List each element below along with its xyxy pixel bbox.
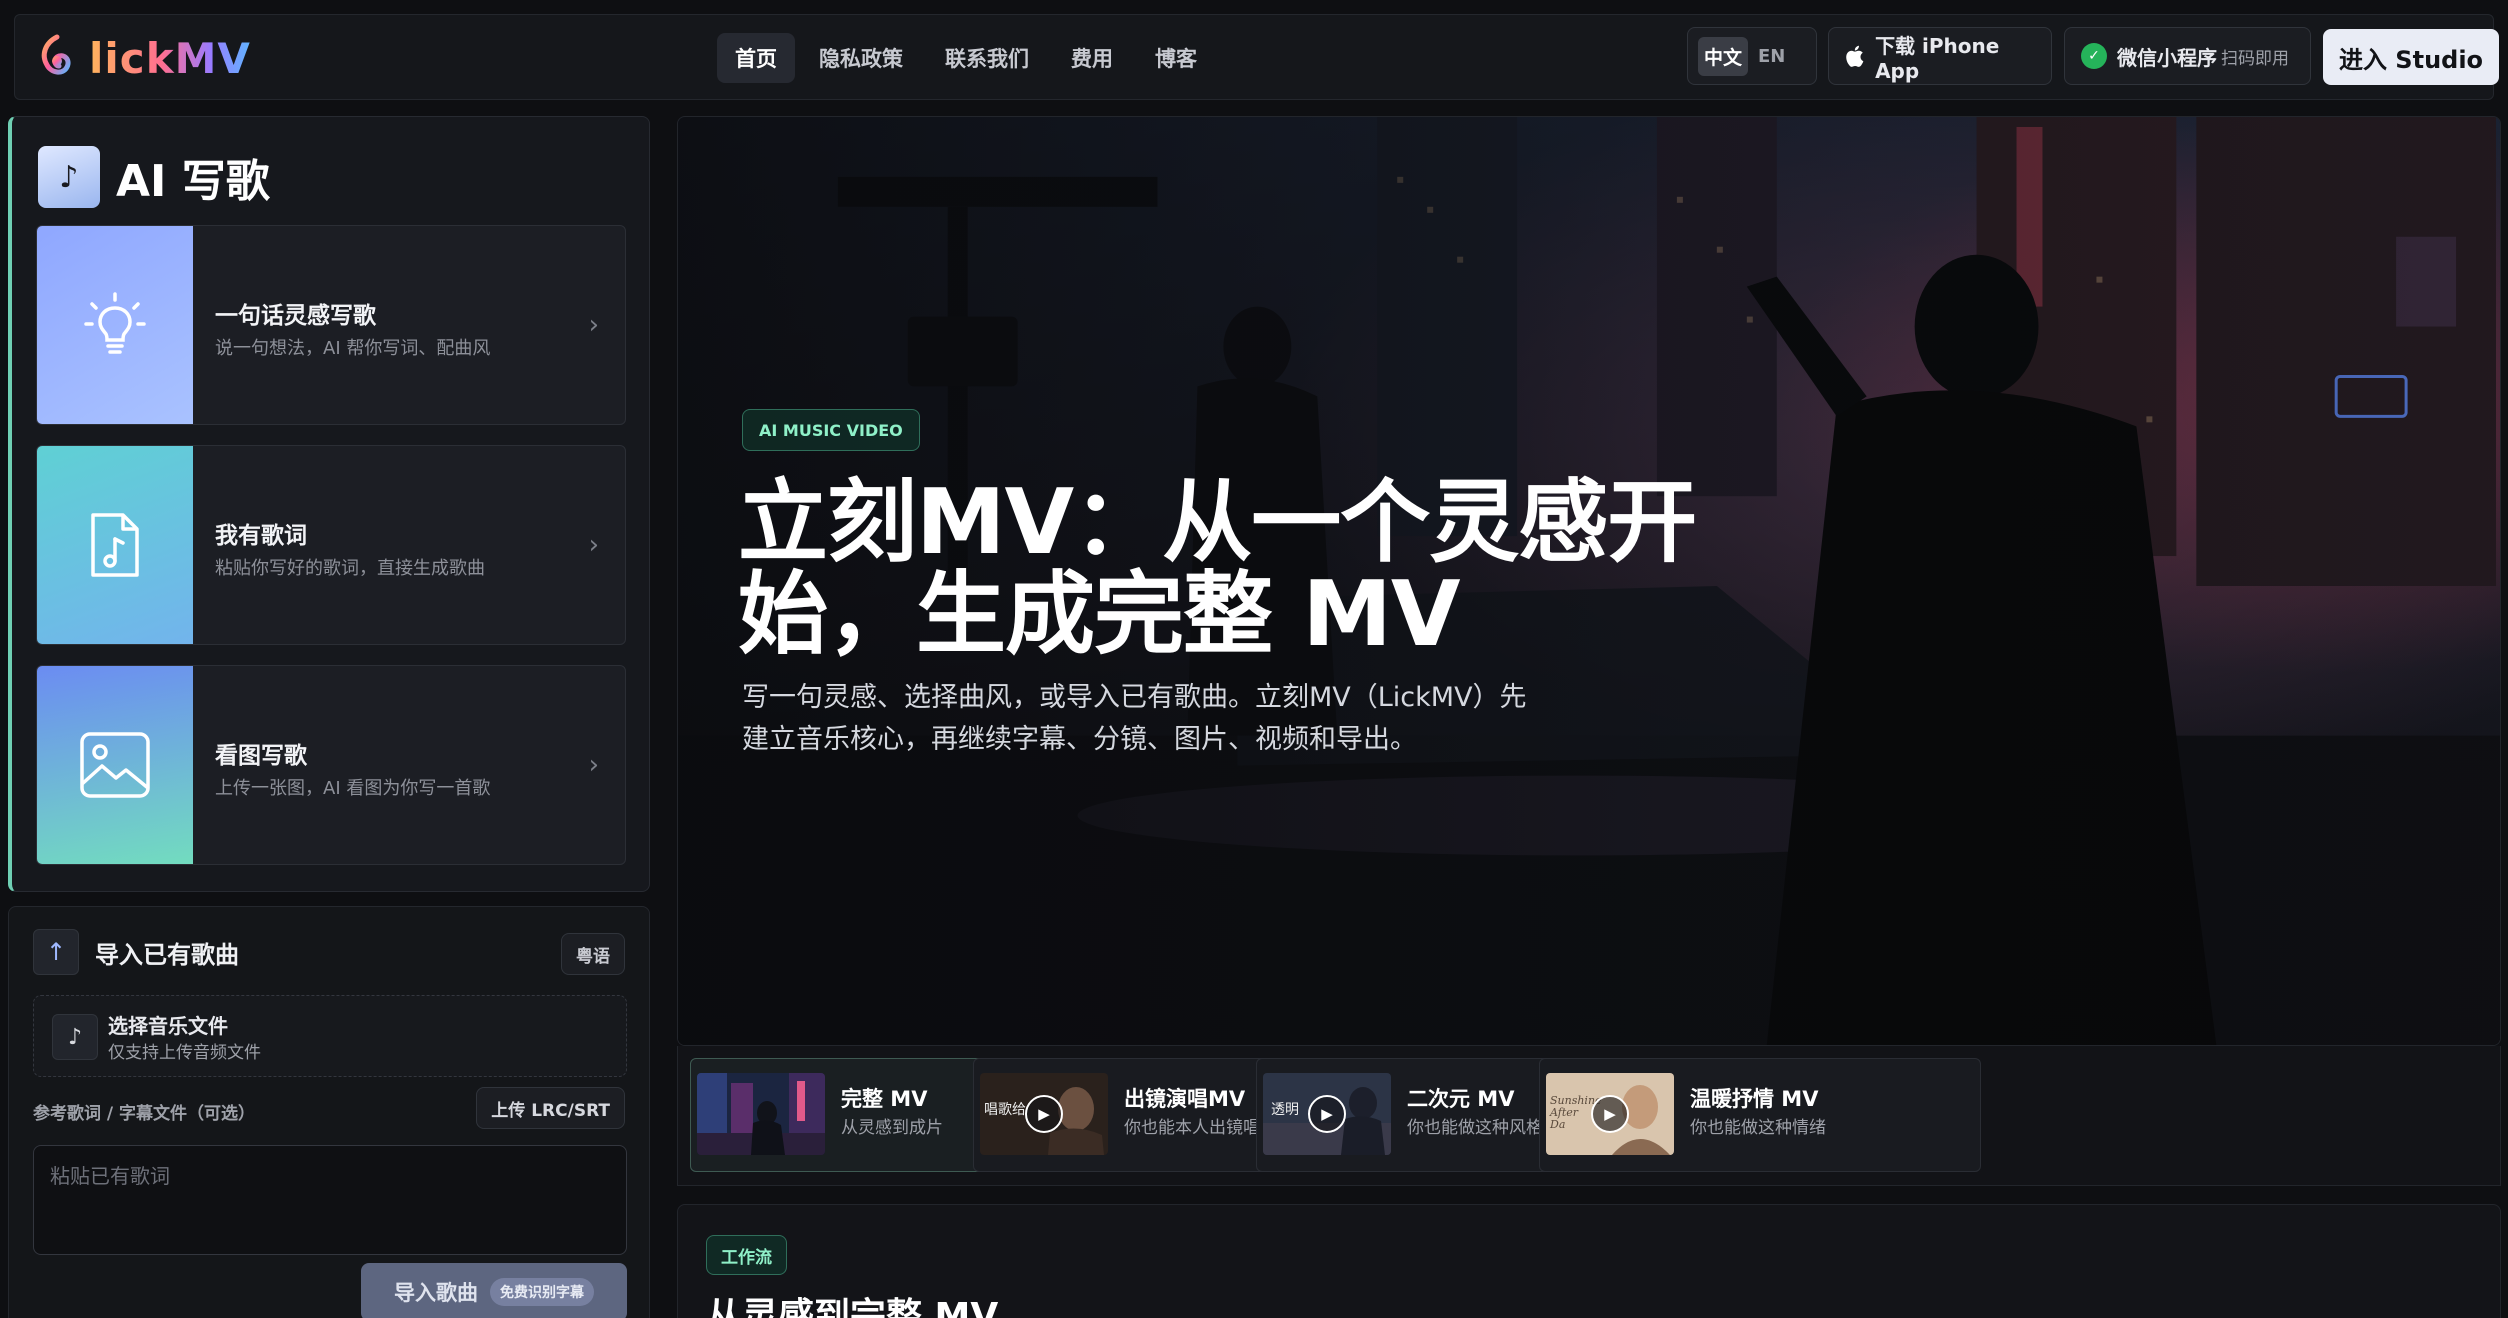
card-image (37, 446, 193, 644)
upload-arrow-icon: ↑ (33, 929, 79, 975)
wechat-miniprogram-button[interactable]: ✓ 微信小程序 扫码即用 (2064, 27, 2311, 85)
mv-type-title: 温暖抒情 MV (1690, 1087, 1819, 1111)
ai-songwriting-panel: ♪ AI 写歌 一句话灵感写歌 说一句想法，AI 帮你写词、配曲风 › 我有歌词… (8, 116, 650, 892)
mv-thumbnail (697, 1073, 825, 1155)
card-inspiration-songwriting[interactable]: 一句话灵感写歌 说一句想法，AI 帮你写词、配曲风 › (36, 225, 626, 425)
play-icon[interactable]: ▶ (1025, 1095, 1063, 1133)
import-song-button[interactable]: 导入歌曲 免费识别字幕 (361, 1263, 627, 1318)
workflow-section: 工作流 从灵感到完整 MV (677, 1204, 2501, 1318)
import-button-label: 导入歌曲 (394, 1281, 478, 1305)
hero-title-line1: 立刻MV：从一个灵感开 (738, 470, 1697, 575)
music-file-icon (91, 513, 139, 577)
nav-privacy[interactable]: 隐私政策 (801, 33, 921, 83)
hero-banner: AI MUSIC VIDEO 立刻MV：从一个灵感开 始，生成完整 MV 写一句… (677, 116, 2501, 1046)
import-panel-header: ↑ 导入已有歌曲 (33, 929, 239, 975)
import-panel-title: 导入已有歌曲 (95, 940, 239, 969)
mv-type-warm-lyrical[interactable]: Sunshine After Da ▶ 温暖抒情 MV 你也能做这种情绪 (1539, 1058, 1981, 1172)
apple-icon (1846, 45, 1864, 67)
card-desc: 说一句想法，AI 帮你写词、配曲风 (215, 338, 491, 359)
file-pick-subtitle: 仅支持上传音频文件 (108, 1043, 261, 1063)
card-title: 看图写歌 (215, 743, 307, 769)
mv-type-subtitle: 你也能本人出镜唱 (1124, 1118, 1260, 1138)
mv-type-subtitle: 从灵感到成片 (841, 1118, 943, 1138)
hero-title-line2: 始，生成完整 MV (738, 562, 1461, 667)
mv-type-subtitle: 你也能做这种风格 (1407, 1118, 1543, 1138)
top-header: lickMV 首页 隐私政策 联系我们 费用 博客 中文 EN 下载 iPhon… (14, 14, 2499, 100)
upload-lrc-srt-button[interactable]: 上传 LRC/SRT (476, 1087, 625, 1129)
download-app-label: 下载 iPhone App (1875, 33, 2000, 83)
mv-type-selector: 完整 MV 从灵感到成片 唱歌给 ▶ 出镜演唱MV 你也能本人出镜唱 透明 ▶ … (677, 1046, 2501, 1186)
mv-type-subtitle: 你也能做这种情绪 (1690, 1118, 1826, 1138)
lightbulb-icon (84, 292, 146, 354)
mv-thumbnail: 透明 ▶ (1263, 1073, 1391, 1155)
hero-title: 立刻MV：从一个灵感开 始，生成完整 MV (738, 477, 1798, 661)
chevron-right-icon: › (588, 310, 599, 340)
download-app-button[interactable]: 下载 iPhone App (1828, 27, 2052, 85)
main-nav: 首页 隐私政策 联系我们 费用 博客 (717, 33, 1215, 83)
play-icon[interactable]: ▶ (1591, 1095, 1629, 1133)
language-switch: 中文 EN (1687, 27, 1817, 85)
cantonese-toggle[interactable]: 粤语 (561, 933, 625, 975)
choose-music-file[interactable]: ♪ 选择音乐文件 仅支持上传音频文件 (33, 995, 627, 1077)
nav-pricing[interactable]: 费用 (1053, 33, 1131, 83)
mv-thumbnail: Sunshine After Da ▶ (1546, 1073, 1674, 1155)
wechat-sub-label: 扫码即用 (2221, 48, 2289, 69)
chevron-right-icon: › (588, 750, 599, 780)
lyrics-input[interactable] (33, 1145, 627, 1255)
lang-zh[interactable]: 中文 (1698, 36, 1749, 76)
mv-type-title: 出镜演唱MV (1124, 1087, 1246, 1111)
chevron-right-icon: › (588, 530, 599, 560)
import-song-panel: ↑ 导入已有歌曲 粤语 ♪ 选择音乐文件 仅支持上传音频文件 参考歌词 / 字幕… (8, 906, 650, 1318)
nav-contact[interactable]: 联系我们 (927, 33, 1047, 83)
thumb-caption: 唱歌给 (984, 1102, 1026, 1118)
file-pick-title: 选择音乐文件 (108, 1014, 228, 1038)
mv-type-title: 完整 MV (841, 1087, 928, 1111)
wechat-label: 微信小程序 (2117, 45, 2217, 70)
music-note-icon: ♪ (52, 1014, 98, 1060)
wechat-icon: ✓ (2081, 43, 2107, 69)
workflow-tag: 工作流 (706, 1235, 787, 1275)
hero-description: 写一句灵感、选择曲风，或导入已有歌曲。立刻MV（LickMV）先建立音乐核心，再… (742, 682, 1527, 755)
free-subtitle-tag: 免费识别字幕 (490, 1278, 594, 1306)
card-have-lyrics[interactable]: 我有歌词 粘贴你写好的歌词，直接生成歌曲 › (36, 445, 626, 645)
card-image-songwriting[interactable]: 看图写歌 上传一张图，AI 看图为你写一首歌 › (36, 665, 626, 865)
card-title: 一句话灵感写歌 (215, 303, 376, 329)
logo-icon (41, 34, 71, 75)
enter-studio-button[interactable]: 进入 Studio (2323, 29, 2499, 85)
ai-panel-header: ♪ AI 写歌 (38, 145, 270, 209)
thumb-caption: Sunshine After Da (1550, 1094, 1602, 1131)
ai-panel-title: AI 写歌 (116, 156, 270, 207)
mv-thumbnail: 唱歌给 ▶ (980, 1073, 1108, 1155)
thumb-caption: 透明 (1271, 1102, 1299, 1118)
workflow-title: 从灵感到完整 MV (706, 1296, 999, 1318)
hero-tag: AI MUSIC VIDEO (742, 409, 920, 451)
mv-type-title: 二次元 MV (1407, 1087, 1515, 1111)
music-note-icon: ♪ (38, 146, 100, 208)
nav-home[interactable]: 首页 (717, 33, 795, 83)
logo[interactable]: lickMV (35, 31, 251, 85)
lang-en[interactable]: EN (1758, 46, 1785, 67)
reference-lyrics-label: 参考歌词 / 字幕文件（可选） (33, 1104, 256, 1124)
card-title: 我有歌词 (215, 523, 307, 549)
card-image (37, 226, 193, 424)
card-desc: 上传一张图，AI 看图为你写一首歌 (215, 778, 491, 799)
logo-text: lickMV (89, 33, 251, 83)
play-icon[interactable]: ▶ (1308, 1095, 1346, 1133)
image-icon (80, 732, 150, 798)
nav-blog[interactable]: 博客 (1137, 33, 1215, 83)
card-image (37, 666, 193, 864)
card-desc: 粘贴你写好的歌词，直接生成歌曲 (215, 558, 485, 579)
